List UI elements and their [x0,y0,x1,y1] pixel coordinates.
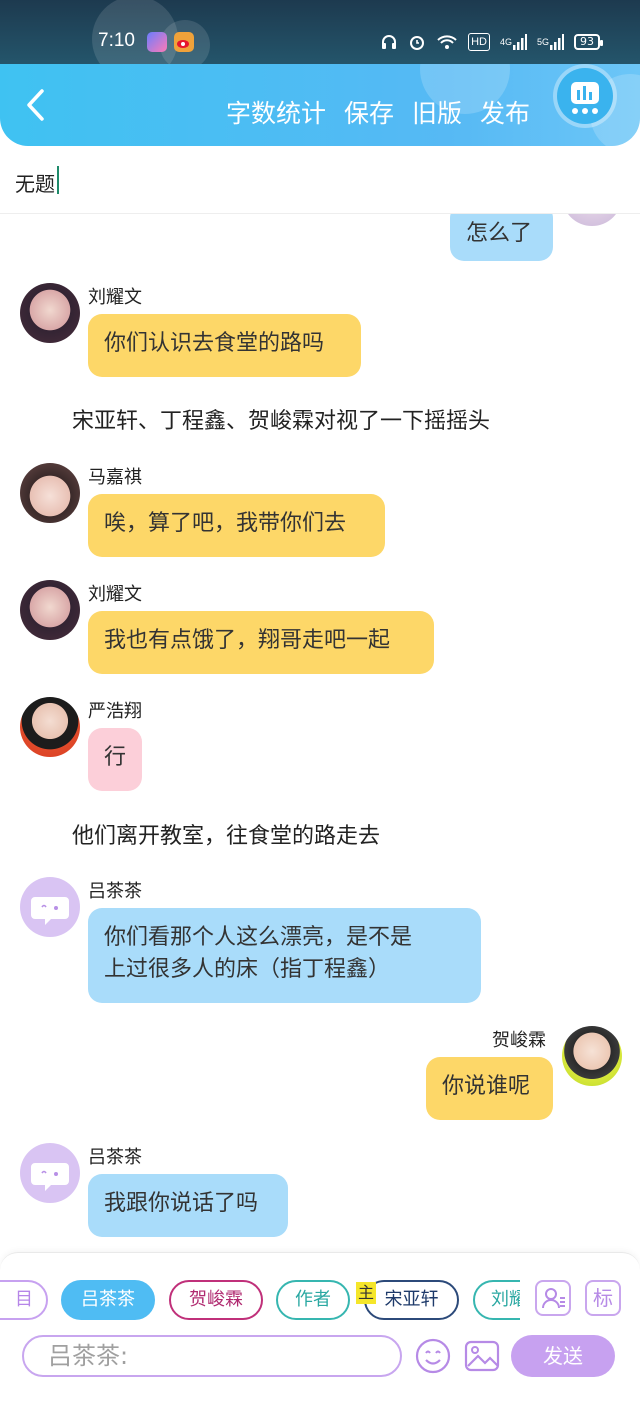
message-text-line: 你们看那个人这么漂亮，是不是 [104,925,413,950]
role-manage-icon[interactable] [535,1280,571,1316]
speaker-name: 马嘉祺 [88,467,142,488]
message-text: 怎么了 [466,221,533,246]
message-bubble[interactable]: 你们认识去食堂的路吗 [88,314,361,377]
speaker-name: 贺峻霖 [492,1030,546,1051]
role-chip-label: 刘耀 [491,1289,520,1310]
wifi-icon [436,33,458,51]
role-chip-label: 目 [15,1289,33,1310]
tag-icon[interactable]: 标 [585,1280,621,1316]
message-bubble[interactable]: 你说谁呢 [426,1057,553,1120]
message-bubble[interactable]: 怎么了 [450,214,553,261]
chat-area[interactable]: 怎么了 刘耀文 你们认识去食堂的路吗 宋亚轩、丁程鑫、贺峻霖对视了一下摇摇头 马… [0,214,640,1254]
speaker-name: 刘耀文 [88,287,142,308]
old-version-button[interactable]: 旧版 [412,94,462,130]
emoji-icon[interactable] [414,1337,452,1375]
back-button[interactable] [22,88,52,122]
signal-4g-icon: 4G [500,33,527,51]
status-bar: 7:10 HD 4G 5G 93 [0,0,640,64]
message-input[interactable]: 吕茶茶: [22,1335,402,1377]
alarm-icon [408,33,426,51]
title-bar: 无题 [0,146,640,214]
battery-indicator: 93 [574,34,603,50]
role-chip[interactable]: 作者 [276,1280,350,1320]
bottom-spacer [0,1377,640,1422]
message-text: 我跟你说话了吗 [104,1191,259,1216]
role-chip[interactable]: 宋亚轩 [364,1280,459,1320]
signal-5g-icon: 5G [537,33,564,51]
text-cursor [57,166,59,194]
role-chip-label: 吕茶茶 [81,1289,135,1310]
message-bubble[interactable]: 我也有点饿了，翔哥走吧一起 [88,611,434,674]
chat-bot-avatar[interactable] [20,877,80,937]
headphones-icon [380,33,398,51]
message-bubble[interactable]: 行 [88,728,142,791]
role-chip[interactable]: 刘耀 [473,1280,520,1320]
speaker-name: 刘耀文 [88,584,142,605]
speaker-name: 吕茶茶 [88,881,142,902]
composer-panel: 目 吕茶茶 贺峻霖 作者 宋亚轩 主 刘耀 标 吕茶茶: 发送 [0,1252,640,1377]
speaker-name: 严浩翔 [88,701,142,722]
message-bubble[interactable]: 你们看那个人这么漂亮，是不是 上过很多人的床（指丁程鑫） [88,908,481,1003]
narration-text[interactable]: 宋亚轩、丁程鑫、贺峻霖对视了一下摇摇头 [72,403,490,435]
role-chip[interactable]: 贺峻霖 [169,1280,263,1320]
send-button[interactable]: 发送 [511,1335,615,1377]
avatar[interactable] [20,580,80,640]
role-chip[interactable]: 目 [0,1280,48,1320]
weibo-icon [174,32,194,52]
speaker-name: 吕茶茶 [88,1147,142,1168]
signal-4g-label: 4G [499,37,512,47]
message-text: 行 [104,745,127,770]
floating-stats-button[interactable] [557,68,613,124]
avatar[interactable] [562,214,622,226]
narration-text[interactable]: 他们离开教室，往食堂的路走去 [72,818,380,850]
avatar[interactable] [20,283,80,343]
message-text: 你们认识去食堂的路吗 [104,331,325,356]
message-bubble[interactable]: 我跟你说话了吗 [88,1174,288,1237]
message-text: 我也有点饿了，翔哥走吧一起 [104,628,391,653]
role-chip-label: 贺峻霖 [189,1289,243,1310]
avatar[interactable] [562,1026,622,1086]
word-count-button[interactable]: 字数统计 [226,94,326,130]
avatar[interactable] [20,697,80,757]
message-text: 唉，算了吧，我带你们去 [104,511,347,536]
role-chip-label: 作者 [295,1289,331,1310]
hd-icon: HD [468,33,490,51]
editor-header: 字数统计 保存 旧版 发布 [0,64,640,146]
signal-5g-label: 5G [536,37,549,47]
clock: 7:10 [98,30,135,51]
avatar[interactable] [20,463,80,523]
message-text-line: 上过很多人的床（指丁程鑫） [104,957,391,982]
publish-button[interactable]: 发布 [480,94,530,130]
chat-bot-avatar[interactable] [20,1143,80,1203]
main-role-badge: 主 [356,1282,376,1304]
image-icon[interactable] [463,1337,501,1375]
role-chip-label: 宋亚轩 [384,1289,439,1310]
message-text: 你说谁呢 [442,1074,531,1099]
document-title-input[interactable]: 无题 [15,168,55,197]
role-chip-strip[interactable]: 目 吕茶茶 贺峻霖 作者 宋亚轩 主 刘耀 [0,1253,520,1328]
app-notification-icon [147,32,167,52]
role-chip-active[interactable]: 吕茶茶 [61,1280,155,1320]
message-bubble[interactable]: 唉，算了吧，我带你们去 [88,494,385,557]
tag-icon-label: 标 [593,1286,613,1310]
save-button[interactable]: 保存 [344,94,394,130]
